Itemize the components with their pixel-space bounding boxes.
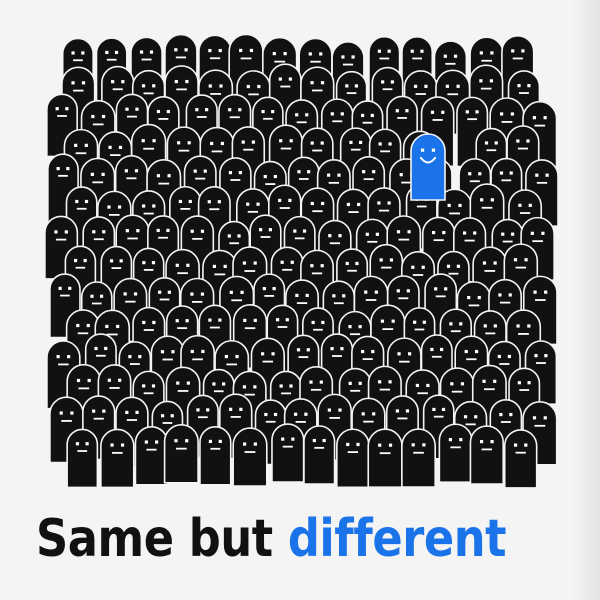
caption-different-text: different xyxy=(287,509,507,569)
poster: Same but different xyxy=(0,0,600,600)
ghost-figure-icon xyxy=(66,428,99,489)
ghost-figure-icon xyxy=(336,428,370,489)
ghost-figure-icon xyxy=(503,429,538,489)
ghost-figure-icon xyxy=(401,428,436,488)
smiling-blue-figure-icon xyxy=(410,133,446,201)
ghost-figure-icon xyxy=(438,423,473,484)
edge-shadow xyxy=(572,0,600,600)
ghost-figure-icon xyxy=(199,426,232,486)
crowd xyxy=(44,33,559,489)
ghost-figure-icon xyxy=(163,424,199,484)
ghost-figure-icon xyxy=(100,428,135,489)
ghost-figure-icon xyxy=(367,428,403,488)
caption: Same but different xyxy=(36,496,507,582)
ghost-figure-icon xyxy=(134,426,169,486)
caption-same-text: Same but xyxy=(36,509,288,569)
ghost-figure-icon xyxy=(469,425,505,485)
ghost-figure-icon xyxy=(303,425,336,485)
ghost-figure-icon xyxy=(271,423,305,483)
ghost-figure-icon xyxy=(232,427,268,487)
